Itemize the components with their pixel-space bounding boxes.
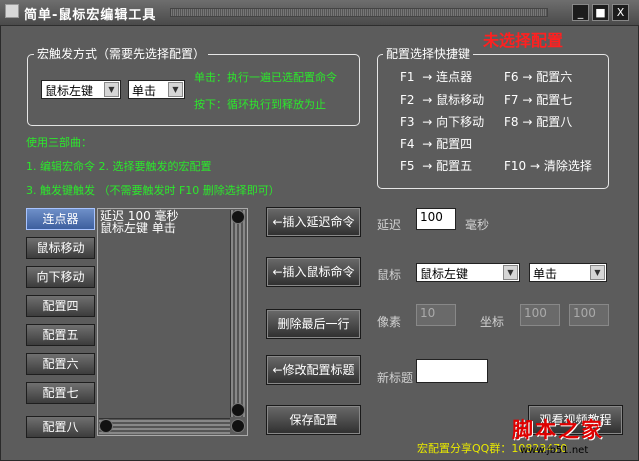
chevron-down-icon[interactable]: ▼: [104, 82, 119, 97]
delete-last-button[interactable]: 删除最后一行: [266, 309, 361, 339]
title-bar-grip: [170, 8, 548, 17]
insert-mouse-button[interactable]: ←插入鼠标命令: [266, 257, 361, 287]
pixel-label: 像素: [377, 315, 402, 329]
scroll-up-button[interactable]: [231, 210, 245, 224]
hotkey-row: F7 → 配置七: [504, 93, 573, 107]
app-icon: [5, 4, 19, 18]
hotkey-row: F8 → 配置八: [504, 115, 573, 129]
trigger-mouse-select[interactable]: 鼠标左键 ▼: [41, 80, 121, 99]
hotkey-row: F2 → 鼠标移动: [400, 93, 485, 107]
trigger-help-press: 按下：循环执行到释放为止: [194, 98, 326, 111]
hotkey-row: F10 → 清除选择: [504, 159, 592, 173]
mouse-action-select[interactable]: 单击 ▼: [529, 263, 607, 282]
scroll-left-button[interactable]: [99, 419, 113, 433]
usage-title: 使用三部曲：: [26, 136, 92, 149]
vertical-scrollbar[interactable]: [230, 210, 246, 417]
config-button-7[interactable]: 配置七: [26, 382, 95, 404]
coord-x-input[interactable]: 100: [520, 304, 560, 326]
trigger-help-click: 单击：执行一遍已选配置命令: [194, 71, 337, 84]
list-item[interactable]: 鼠标左键 单击: [100, 222, 176, 234]
coords-label: 坐标: [480, 315, 505, 329]
mouse-button-value: 鼠标左键: [420, 267, 469, 281]
new-title-input[interactable]: [416, 359, 488, 383]
hotkey-row: F5 → 配置五: [400, 159, 473, 173]
delay-label: 延迟: [377, 218, 402, 232]
save-config-button[interactable]: 保存配置: [266, 405, 361, 435]
usage-line-2: 3. 触发键触发 （不需要触发时 F10 删除选择即可）: [26, 184, 280, 197]
close-button[interactable]: X: [612, 4, 629, 21]
usage-line-1: 1. 编辑宏命令 2. 选择要触发的宏配置: [26, 160, 212, 173]
hotkeys-legend: 配置选择快捷键: [383, 45, 474, 62]
config-button-1[interactable]: 连点器: [26, 208, 95, 230]
trigger-mouse-value: 鼠标左键: [45, 84, 94, 98]
mouse-action-value: 单击: [533, 267, 558, 281]
insert-delay-button[interactable]: ←插入延迟命令: [266, 207, 361, 237]
trigger-click-select[interactable]: 单击 ▼: [128, 80, 185, 99]
scroll-down-button[interactable]: [231, 403, 245, 417]
edit-title-button[interactable]: ←修改配置标题: [266, 355, 361, 385]
delay-input[interactable]: 100: [416, 208, 456, 230]
trigger-group-legend: 宏触发方式（需要先选择配置）: [34, 45, 209, 62]
watermark-logo: 脚本之家: [512, 417, 604, 442]
config-button-5[interactable]: 配置五: [26, 324, 95, 346]
config-button-6[interactable]: 配置六: [26, 353, 95, 375]
coord-y-input[interactable]: 100: [569, 304, 609, 326]
config-button-4[interactable]: 配置四: [26, 295, 95, 317]
pixel-input[interactable]: 10: [416, 304, 456, 326]
chevron-down-icon[interactable]: ▼: [503, 265, 518, 280]
chevron-down-icon[interactable]: ▼: [590, 265, 605, 280]
hotkey-row: F1 → 连点器: [400, 70, 473, 84]
new-title-label: 新标题: [377, 371, 414, 385]
delay-unit: 毫秒: [465, 218, 490, 232]
config-button-2[interactable]: 鼠标移动: [26, 237, 95, 259]
minimize-button[interactable]: _: [572, 4, 589, 21]
chevron-down-icon[interactable]: ▼: [168, 82, 183, 97]
hotkey-row: F3 → 向下移动: [400, 115, 485, 129]
watermark-url: www.jb51.net: [520, 445, 589, 456]
hotkey-row: F4 → 配置四: [400, 137, 473, 151]
maximize-button[interactable]: ■: [592, 4, 609, 21]
config-status: 未选择配置: [483, 31, 564, 50]
horizontal-scrollbar[interactable]: [99, 418, 230, 434]
command-list[interactable]: [97, 208, 248, 436]
mouse-label: 鼠标: [377, 268, 402, 282]
trigger-click-value: 单击: [132, 84, 157, 98]
hotkey-row: F6 → 配置六: [504, 70, 573, 84]
config-button-3[interactable]: 向下移动: [26, 266, 95, 288]
scroll-right-button[interactable]: [231, 419, 245, 433]
window-title: 简单-鼠标宏编辑工具: [24, 8, 157, 23]
mouse-button-select[interactable]: 鼠标左键 ▼: [416, 263, 520, 282]
config-button-8[interactable]: 配置八: [26, 416, 95, 438]
